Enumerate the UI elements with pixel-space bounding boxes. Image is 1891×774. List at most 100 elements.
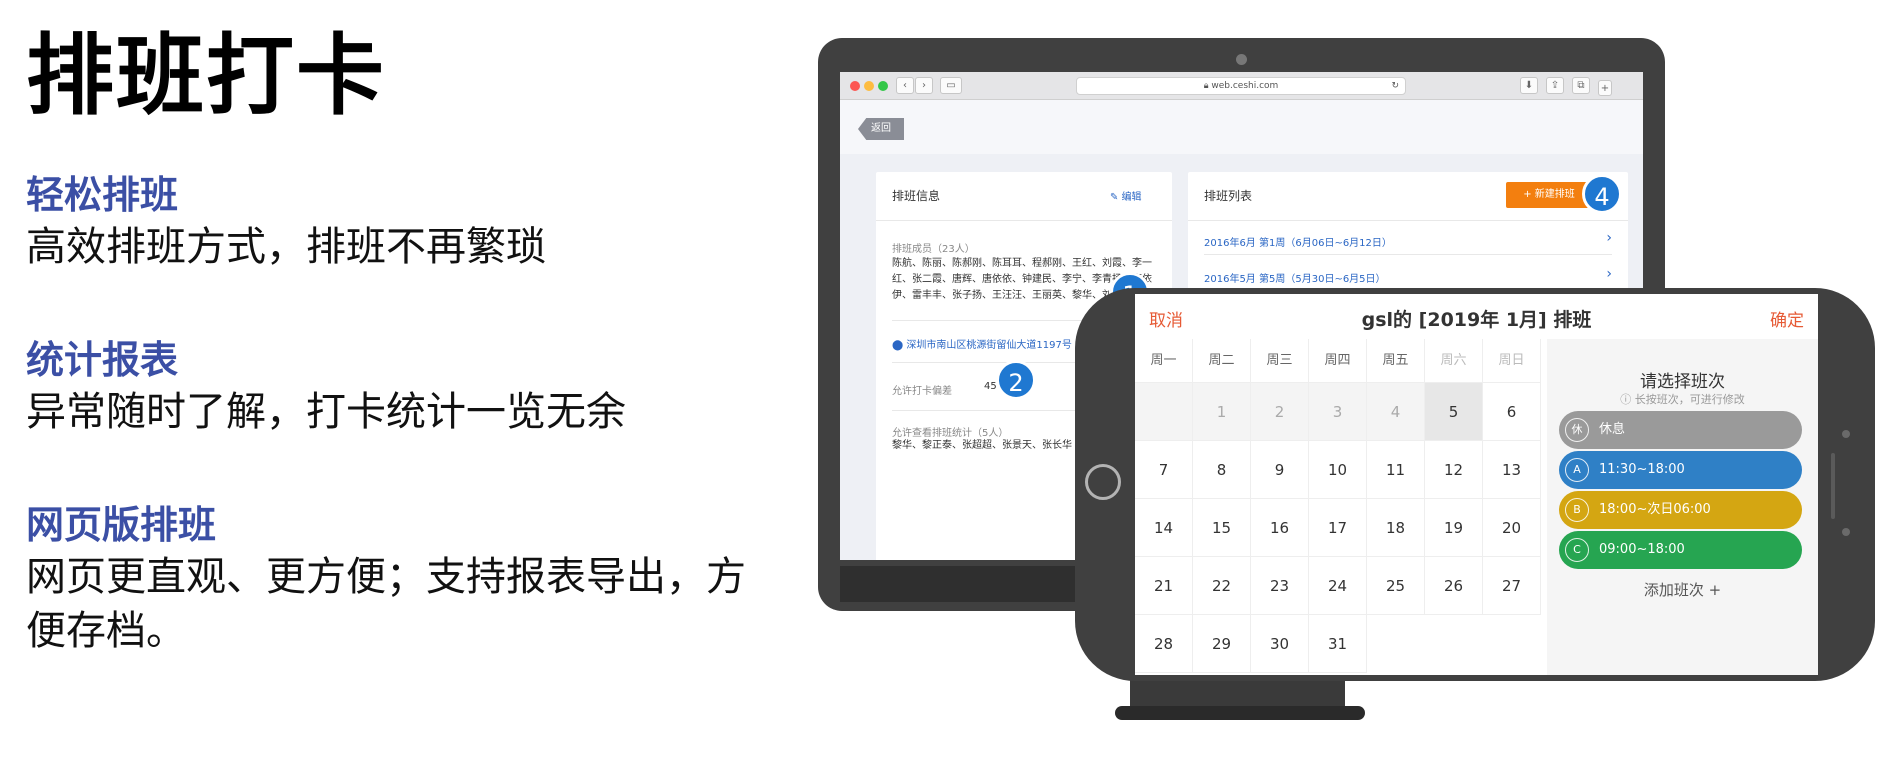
tabs-icon[interactable]: ⧉ bbox=[1572, 77, 1590, 94]
camera-dot bbox=[1236, 54, 1247, 65]
tablet-camera bbox=[1842, 430, 1850, 438]
edit-label: 编辑 bbox=[1121, 192, 1142, 203]
calendar-day[interactable]: 2 bbox=[1251, 383, 1309, 441]
maximize-window-dot[interactable] bbox=[878, 81, 888, 91]
calendar-day[interactable]: 8 bbox=[1193, 441, 1251, 499]
minimize-window-dot[interactable] bbox=[864, 81, 874, 91]
range-label: 允许打卡偏差 bbox=[892, 386, 952, 397]
web-header: 返回 bbox=[840, 100, 1643, 154]
add-shift-button[interactable]: 添加班次 + bbox=[1547, 579, 1818, 600]
tablet-frame: 取消 gsl的 [2019年 1月] 排班 确定 周一 周二 周三 周四 周五 周六 周日 1… bbox=[1075, 288, 1875, 681]
download-icon[interactable]: ⬇ bbox=[1520, 77, 1538, 94]
feature-heading: 轻松排班 bbox=[26, 173, 179, 217]
calendar-day[interactable]: 20 bbox=[1483, 499, 1541, 557]
calendar-day[interactable]: 9 bbox=[1251, 441, 1309, 499]
weekday-header: 周三 bbox=[1251, 339, 1309, 383]
shift-label: 18:00~次日06:00 bbox=[1599, 502, 1711, 517]
feature-heading: 网页版排班 bbox=[26, 503, 217, 547]
shift-code: 休 bbox=[1565, 418, 1589, 442]
url-text: web.ceshi.com bbox=[1211, 81, 1279, 91]
feature-block: 网页版排班 网页更直观、更方便；支持报表导出，方便存档。 bbox=[26, 502, 766, 658]
feature-desc: 高效排班方式，排班不再繁琐 bbox=[26, 223, 546, 270]
panel-title: 排班列表 bbox=[1204, 189, 1253, 203]
shift-option[interactable]: B 18:00~次日06:00 bbox=[1559, 491, 1802, 529]
url-bar[interactable]: 🔒︎ web.ceshi.com ↻ bbox=[1076, 77, 1406, 95]
calendar-day[interactable]: 28 bbox=[1135, 615, 1193, 673]
calendar-day[interactable]: 24 bbox=[1309, 557, 1367, 615]
shift-option[interactable]: 休休息 bbox=[1559, 411, 1802, 449]
reload-icon[interactable]: ↻ bbox=[1391, 78, 1399, 94]
page-title: 排班打卡 bbox=[26, 24, 387, 127]
members-label: 排班成员（23人） bbox=[892, 244, 975, 255]
calendar-day[interactable]: 13 bbox=[1483, 441, 1541, 499]
calendar-day[interactable]: 4 bbox=[1367, 383, 1425, 441]
calendar-day[interactable]: 12 bbox=[1425, 441, 1483, 499]
calendar-day[interactable]: 26 bbox=[1425, 557, 1483, 615]
schedule-title: gsl的 [2019年 1月] 排班 bbox=[1361, 309, 1592, 331]
shift-label: 11:30~18:00 bbox=[1599, 462, 1685, 477]
feature-desc: 异常随时了解，打卡统计一览无余 bbox=[26, 388, 626, 435]
tablet-speaker bbox=[1831, 453, 1835, 519]
monitor-base bbox=[1115, 706, 1365, 720]
new-tab-icon[interactable]: + bbox=[1598, 80, 1612, 96]
shift-option[interactable]: C 09:00~18:00 bbox=[1559, 531, 1802, 569]
calendar-day[interactable]: 21 bbox=[1135, 557, 1193, 615]
calendar-day[interactable]: 18 bbox=[1367, 499, 1425, 557]
calendar-day[interactable]: 11 bbox=[1367, 441, 1425, 499]
shift-panel-hint: ⓘ 长按班次，可进行修改 bbox=[1620, 393, 1745, 406]
calendar-day[interactable]: 7 bbox=[1135, 441, 1193, 499]
calendar-day[interactable]: 1 bbox=[1193, 383, 1251, 441]
calendar-day[interactable]: 19 bbox=[1425, 499, 1483, 557]
calendar-day[interactable]: 6 bbox=[1483, 383, 1541, 441]
calendar-day[interactable]: 3 bbox=[1309, 383, 1367, 441]
calendar-day[interactable]: 17 bbox=[1309, 499, 1367, 557]
address-text: 深圳市南山区桃源街留仙大道1197号 bbox=[906, 340, 1072, 351]
panel-title: 排班信息 bbox=[892, 189, 941, 203]
weekday-header: 周六 bbox=[1425, 339, 1483, 383]
home-button[interactable] bbox=[1085, 464, 1121, 500]
calendar-day[interactable]: 14 bbox=[1135, 499, 1193, 557]
calendar-day[interactable]: 30 bbox=[1251, 615, 1309, 673]
back-button[interactable]: 返回 bbox=[858, 118, 904, 140]
step-badge-4: 4 bbox=[1582, 174, 1622, 214]
forward-arrow-icon[interactable]: › bbox=[915, 77, 933, 94]
confirm-button[interactable]: 确定 bbox=[1770, 306, 1804, 331]
viewers-label: 允许查看排班统计（5人） bbox=[892, 428, 1009, 439]
location-pin-icon: ⬤ bbox=[892, 340, 907, 351]
step-badge-2: 2 bbox=[996, 360, 1036, 400]
edit-link[interactable]: ✎ 编辑 bbox=[1110, 188, 1142, 203]
pencil-icon: ✎ bbox=[1110, 192, 1122, 203]
back-arrow-icon[interactable]: ‹ bbox=[896, 77, 914, 94]
sidebar-toggle-icon[interactable]: ▭ bbox=[940, 77, 962, 94]
shift-label: 09:00~18:00 bbox=[1599, 542, 1685, 557]
address-link[interactable]: ⬤ 深圳市南山区桃源街留仙大道1197号 bbox=[892, 336, 1072, 351]
schedule-list-item[interactable]: 2016年5月 第5周（5月30日~6月5日） bbox=[1204, 270, 1386, 285]
calendar-day[interactable]: 5 bbox=[1425, 383, 1483, 441]
calendar-day[interactable]: 16 bbox=[1251, 499, 1309, 557]
shift-code: B bbox=[1565, 498, 1589, 522]
shift-panel: 请选择班次 ⓘ 长按班次，可进行修改 休休息 A 11:30~18:00 B 18:00… bbox=[1547, 339, 1818, 675]
weekday-header: 周日 bbox=[1483, 339, 1541, 383]
shift-label: 休息 bbox=[1599, 422, 1626, 437]
calendar-day[interactable]: 27 bbox=[1483, 557, 1541, 615]
intro-section: 排班打卡 bbox=[26, 24, 766, 127]
calendar-day[interactable]: 25 bbox=[1367, 557, 1425, 615]
browser-toolbar: ‹ › ▭ 🔒︎ web.ceshi.com ↻ ⬇ ⇪ ⧉ + bbox=[840, 72, 1643, 100]
schedule-list-item[interactable]: 2016年6月 第1周（6月06日~6月12日） bbox=[1204, 234, 1392, 249]
tablet-header: 取消 gsl的 [2019年 1月] 排班 确定 bbox=[1135, 294, 1818, 339]
calendar-day[interactable]: 10 bbox=[1309, 441, 1367, 499]
calendar-day[interactable]: 22 bbox=[1193, 557, 1251, 615]
calendar-day[interactable]: 15 bbox=[1193, 499, 1251, 557]
chevron-right-icon[interactable]: › bbox=[1606, 266, 1612, 282]
chevron-right-icon[interactable]: › bbox=[1606, 230, 1612, 246]
calendar-day[interactable]: 29 bbox=[1193, 615, 1251, 673]
shift-code: A bbox=[1565, 458, 1589, 482]
feature-block: 统计报表 异常随时了解，打卡统计一览无余 bbox=[26, 337, 766, 439]
share-icon[interactable]: ⇪ bbox=[1546, 77, 1564, 94]
calendar-day[interactable]: 31 bbox=[1309, 615, 1367, 673]
calendar-day bbox=[1135, 383, 1193, 441]
close-window-dot[interactable] bbox=[850, 81, 860, 91]
calendar-day[interactable]: 23 bbox=[1251, 557, 1309, 615]
new-schedule-button[interactable]: + 新建排班 bbox=[1506, 182, 1592, 208]
shift-option[interactable]: A 11:30~18:00 bbox=[1559, 451, 1802, 489]
